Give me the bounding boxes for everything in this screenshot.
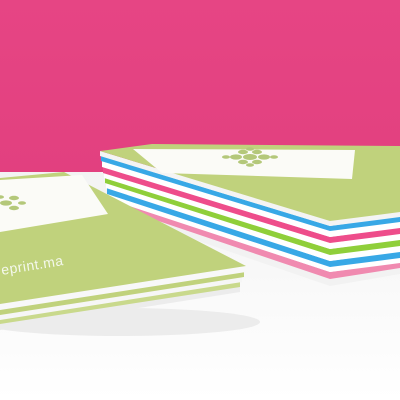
photo-illustration	[0, 0, 400, 400]
product-photo: eprint.ma	[0, 0, 400, 400]
